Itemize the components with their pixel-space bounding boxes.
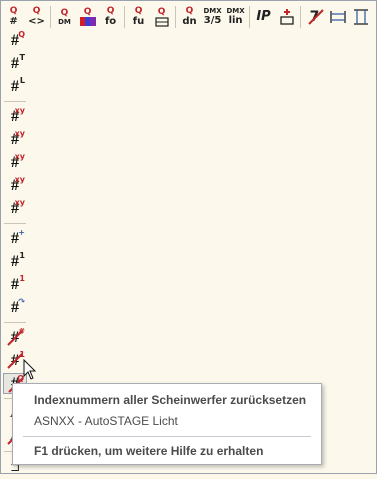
q-label: Q <box>32 5 41 16</box>
ip-label: IP <box>256 9 271 24</box>
toolbar-divider <box>124 6 125 28</box>
sup-label: T <box>19 53 25 62</box>
focus-button[interactable]: Q fo <box>100 5 121 29</box>
q-label: Q <box>106 5 115 16</box>
dmx-label: DMX <box>203 7 222 15</box>
frame-button[interactable]: Q <box>151 5 172 29</box>
tooltip-title: Indexnummern aller Scheinwerfer zurückse… <box>34 393 307 407</box>
function-button[interactable]: Q fu <box>128 5 149 29</box>
distribute-horizontal-icon <box>329 11 346 23</box>
sup-label: Q <box>18 30 25 39</box>
color-swatch-icon <box>79 17 96 26</box>
tooltip-help: F1 drücken, um weitere Hilfe zu erhalten <box>34 444 264 458</box>
toolbar-divider <box>4 223 26 224</box>
sup-label: xy <box>14 106 25 115</box>
sup-label: 1 <box>19 251 25 260</box>
tooltip: Indexnummern aller Scheinwerfer zurückse… <box>12 383 322 465</box>
insert-button[interactable] <box>276 5 297 29</box>
strike-icon <box>7 330 23 346</box>
dmx-35-button[interactable]: DMX 3/5 <box>202 5 223 29</box>
index-rotate-button[interactable]: # ↷ <box>3 297 27 318</box>
color-button[interactable]: Q <box>77 5 98 29</box>
index-xy-button-5[interactable]: # xy <box>3 198 27 219</box>
ip-button[interactable]: IP <box>253 5 274 29</box>
toolbar-divider <box>4 322 26 323</box>
dm-label: DM <box>58 17 71 26</box>
hash-icon: # <box>11 54 19 72</box>
q-label: Q <box>9 5 18 16</box>
sup-label: xy <box>14 129 25 138</box>
index-one-button[interactable]: # 1 <box>3 251 27 272</box>
sup-label: + <box>18 228 25 237</box>
insert-icon <box>279 9 294 25</box>
toolbar-divider <box>50 6 51 28</box>
index-type-button[interactable]: # T <box>3 53 27 74</box>
q-label: Q <box>60 7 69 18</box>
hash-icon: # <box>11 77 19 95</box>
hash-icon: # <box>11 252 19 270</box>
frame-icon <box>154 16 169 27</box>
toolbar-divider <box>175 6 176 28</box>
compare-label: <> <box>28 15 45 27</box>
distribute-horizontal-button[interactable] <box>327 5 348 29</box>
distribute-vertical-icon <box>353 9 368 25</box>
application-window: Q # Q <> Q DM Q Q fo Q fu Q Q dn DMX 3/5… <box>0 0 377 474</box>
compare-button[interactable]: Q <> <box>26 5 47 29</box>
hash-icon: # <box>11 275 19 293</box>
dmx-label: DMX <box>226 7 245 15</box>
distribute-vertical-button[interactable] <box>350 5 371 29</box>
index-quick-button[interactable]: # Q <box>3 30 27 51</box>
dmx-line-label: lin <box>228 15 243 26</box>
top-toolbar: Q # Q <> Q DM Q Q fo Q fu Q Q dn DMX 3/5… <box>3 4 373 30</box>
strike-icon <box>7 353 23 369</box>
index-xy-button-1[interactable]: # xy <box>3 106 27 127</box>
q-label: Q <box>157 6 166 17</box>
fo-label: fo <box>104 15 117 27</box>
index-number-button[interactable]: Q # <box>3 5 24 29</box>
tooltip-divider <box>23 436 311 437</box>
index-xy-button-2[interactable]: # xy <box>3 129 27 150</box>
dm-button[interactable]: Q DM <box>54 5 75 29</box>
toolbar-divider <box>4 101 26 102</box>
q-label: Q <box>134 5 143 16</box>
mouse-pointer-icon <box>23 359 37 380</box>
hash-label: # <box>9 15 18 27</box>
toolbar-divider <box>300 6 301 28</box>
tooltip-subtitle: ASNXX - AutoSTAGE Licht <box>34 414 178 428</box>
dmx-channel-label: 3/5 <box>203 15 222 26</box>
q-label: Q <box>185 5 194 16</box>
strike-icon <box>308 9 324 25</box>
sup-label: xy <box>14 198 25 207</box>
toolbar-divider <box>249 6 250 28</box>
index-xy-button-3[interactable]: # xy <box>3 152 27 173</box>
index-one-red-button[interactable]: # 1 <box>3 274 27 295</box>
sup-label: xy <box>14 152 25 161</box>
q-label: Q <box>83 7 92 17</box>
dn-label: dn <box>182 15 197 27</box>
delete-number-button[interactable]: 7 <box>304 5 325 29</box>
delete-index-button[interactable]: # # <box>3 327 27 348</box>
sup-label: L <box>19 76 25 85</box>
fu-label: fu <box>132 15 145 27</box>
sup-label: 1 <box>19 274 25 283</box>
index-layer-button[interactable]: # L <box>3 76 27 97</box>
dmx-line-button[interactable]: DMX lin <box>225 5 246 29</box>
dimmer-button[interactable]: Q dn <box>179 5 200 29</box>
index-xy-button-4[interactable]: # xy <box>3 175 27 196</box>
sup-label: ↷ <box>18 297 25 306</box>
index-add-button[interactable]: # + <box>3 228 27 249</box>
sup-label: xy <box>14 175 25 184</box>
